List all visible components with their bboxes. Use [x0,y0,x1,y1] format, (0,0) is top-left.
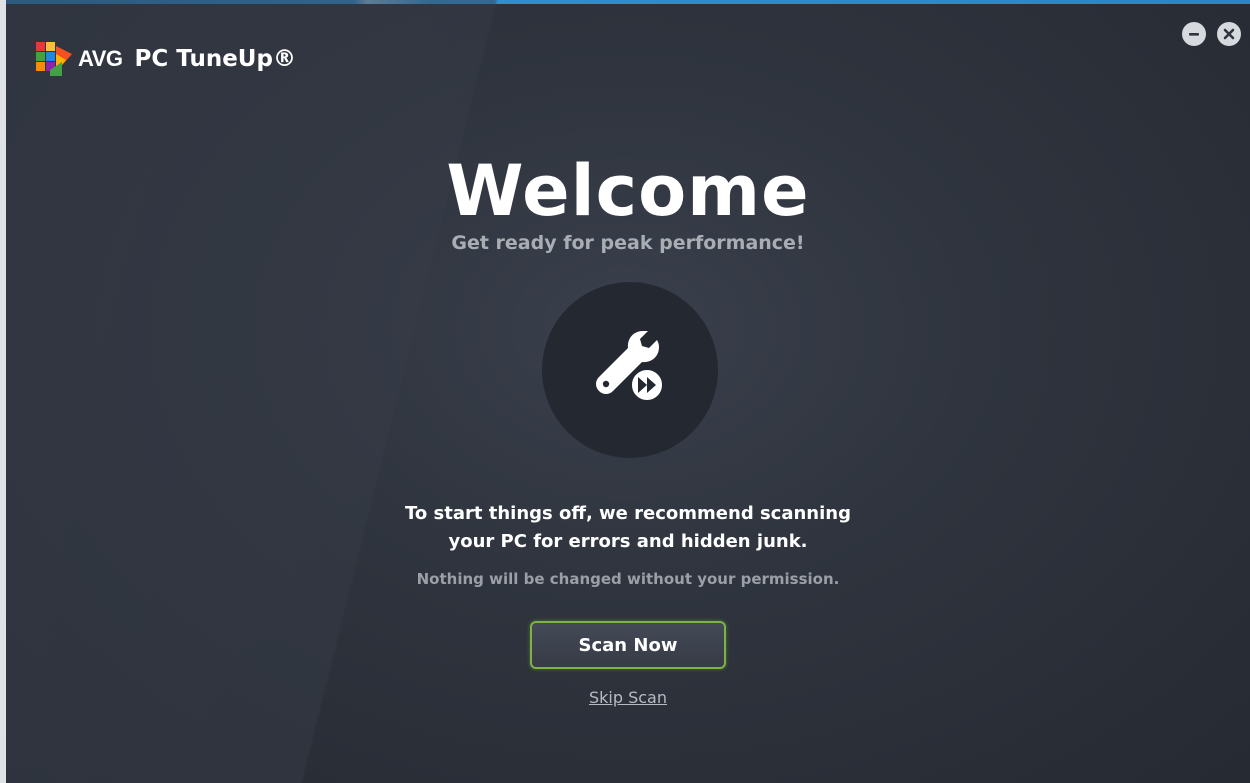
minus-icon [1189,33,1199,36]
permission-note: Nothing will be changed without your per… [416,570,840,588]
wrench-fast-forward-icon [596,331,666,404]
minimize-button[interactable] [1182,22,1206,46]
brand-name: AVG [78,46,123,71]
app-window: AVG PC TuneUp® Welcome Get ready for pea… [6,0,1250,783]
tuneup-icon-badge [542,282,718,458]
app-logo: AVG PC TuneUp® [36,42,296,76]
recommendation-line-2: your PC for errors and hidden junk. [448,531,808,552]
welcome-title: Welcome [446,150,810,232]
recommendation-text: To start things off, we recommend scanni… [6,500,1250,556]
recommendation-line-1: To start things off, we recommend scanni… [405,503,851,524]
close-button[interactable] [1217,22,1241,46]
product-name: PC TuneUp® [134,46,296,72]
skip-scan-container: Skip Scan [6,688,1250,707]
welcome-subtitle: Get ready for peak performance! [451,232,805,254]
close-icon [1223,28,1235,40]
title-strip [6,0,1250,4]
skip-scan-link[interactable]: Skip Scan [589,688,667,707]
avg-logo-icon [36,42,72,76]
scan-now-button[interactable]: Scan Now [530,621,726,669]
